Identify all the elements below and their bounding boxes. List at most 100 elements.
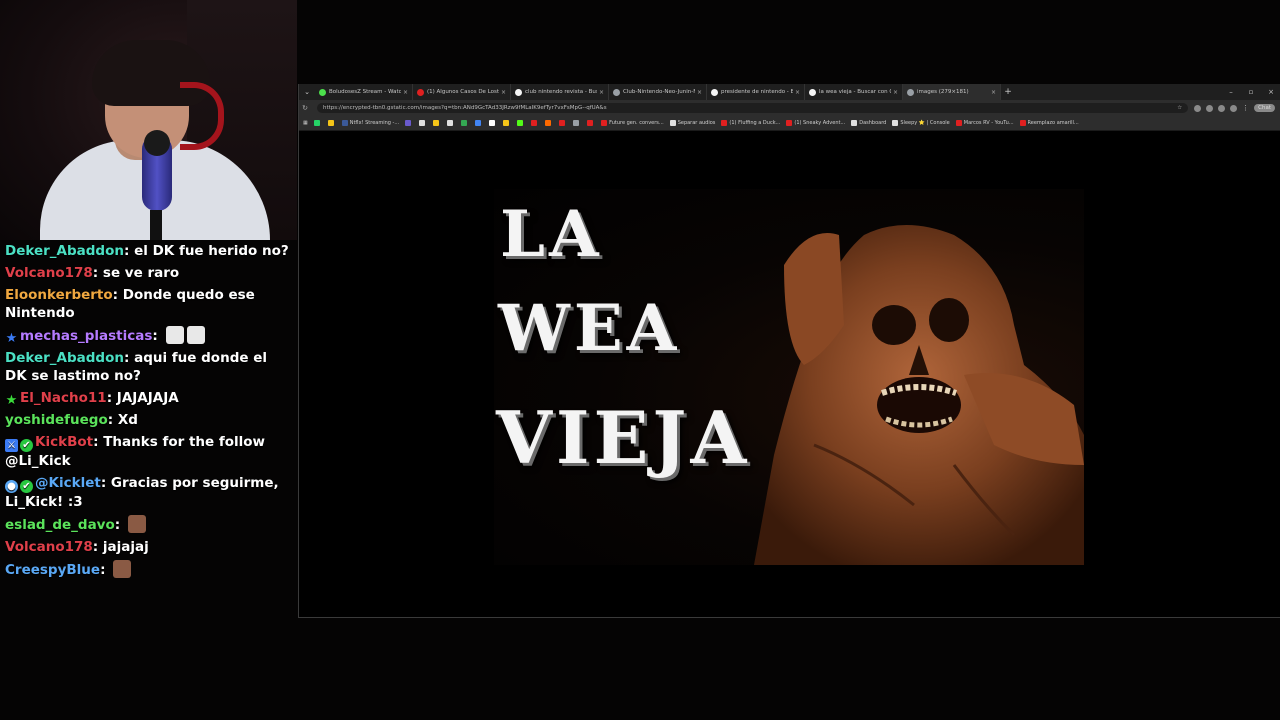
tab-close-icon[interactable]: × xyxy=(795,89,800,96)
address-toolbar: ↻ https://encrypted-tbn0.gstatic.com/ima… xyxy=(299,100,1280,116)
reload-icon[interactable]: ↻ xyxy=(299,104,311,112)
chat-button[interactable]: Chat xyxy=(1254,104,1275,112)
bookmark-item[interactable] xyxy=(461,120,469,126)
minimize-icon[interactable]: – xyxy=(1221,84,1241,100)
bookmark-favicon-icon xyxy=(531,120,538,126)
browser-tab[interactable]: la wea vieja - Buscar con Google× xyxy=(805,84,903,100)
bookmark-item[interactable] xyxy=(517,120,525,126)
bookmark-label: (1) Sneaky Advent... xyxy=(794,120,846,126)
chat-username[interactable]: @Kicklet xyxy=(35,475,101,491)
bookmark-item[interactable] xyxy=(573,120,581,126)
bookmark-favicon-icon xyxy=(721,120,728,126)
bookmark-item[interactable]: Ntflx! Streaming -... xyxy=(341,120,399,126)
chat-separator: : xyxy=(100,475,111,491)
tab-search-icon[interactable]: ⌄ xyxy=(299,84,315,100)
bookmark-item[interactable]: Future gen. convers... xyxy=(601,120,664,126)
tab-close-icon[interactable]: × xyxy=(599,89,604,96)
chat-username[interactable]: KickBot xyxy=(35,434,93,450)
maximize-icon[interactable]: ▫ xyxy=(1241,84,1261,100)
microphone-grille xyxy=(144,130,170,156)
bookmark-item[interactable]: Separar audios xyxy=(669,120,715,126)
chat-username[interactable]: Volcano178 xyxy=(5,539,93,555)
address-bar[interactable]: https://encrypted-tbn0.gstatic.com/image… xyxy=(317,103,1189,113)
tab-title: Club-Nintendo-Neo-Junin-Facebo xyxy=(623,89,695,95)
star-badge-icon: ★ xyxy=(5,393,18,408)
chat-username[interactable]: El_Nacho11 xyxy=(20,390,107,406)
tab-close-icon[interactable]: × xyxy=(991,89,996,96)
chat-username[interactable]: Deker_Abaddon xyxy=(5,350,124,366)
chat-separator: : xyxy=(92,265,103,281)
bookmark-favicon-icon xyxy=(517,120,524,126)
bookmark-favicon-icon xyxy=(786,120,793,126)
extension-icon[interactable] xyxy=(1206,104,1214,112)
chat-username[interactable]: Volcano178 xyxy=(5,265,93,281)
menu-icon[interactable]: ⋮ xyxy=(1242,104,1249,112)
browser-tab[interactable]: (1) Algunos Casos De Lost Media× xyxy=(413,84,511,100)
bookmark-label: Dashboard xyxy=(859,120,887,126)
extension-icon[interactable] xyxy=(1218,104,1226,112)
bookmark-item[interactable] xyxy=(531,120,539,126)
chat-message: Deker_Abaddon: aqui fue donde el DK se l… xyxy=(0,347,297,387)
bookmark-item[interactable] xyxy=(405,120,413,126)
chat-separator: : xyxy=(123,243,135,259)
chat-message: CreespyBlue: xyxy=(0,558,297,581)
bookmark-item[interactable]: Sleepy ⭐ | Console xyxy=(892,120,950,126)
tab-close-icon[interactable]: × xyxy=(403,89,408,96)
tab-close-icon[interactable]: × xyxy=(697,89,702,96)
extension-icon[interactable] xyxy=(1194,104,1202,112)
meme-image[interactable]: LA WEA VIEJA xyxy=(494,189,1084,565)
bookmark-item[interactable] xyxy=(475,120,483,126)
page-viewport: LA WEA VIEJA xyxy=(299,131,1280,617)
bookmark-favicon-icon xyxy=(545,120,552,126)
bookmark-favicon-icon xyxy=(503,120,510,126)
bookmark-label: (1) Fluffing a Duck... xyxy=(729,120,781,126)
tab-favicon-icon xyxy=(319,88,326,96)
bookmark-item[interactable]: (1) Sneaky Advent... xyxy=(786,120,845,126)
bookmark-item[interactable] xyxy=(489,120,497,126)
chat-overlay: Deker_Abaddon: el DK fue herido no? Volca… xyxy=(0,240,297,581)
bookmark-item[interactable]: (1) Fluffing a Duck... xyxy=(721,120,780,126)
bookmark-label: Future gen. convers... xyxy=(609,120,664,126)
meme-line-2: WEA xyxy=(498,291,681,366)
bookmark-item[interactable]: Marcos RV - YouTu... xyxy=(955,120,1014,126)
tab-favicon-icon xyxy=(515,88,522,96)
bookmark-item[interactable] xyxy=(327,120,336,126)
browser-tab[interactable]: BoludosesZ Stream - Watch Live o× xyxy=(315,84,413,100)
bookmark-favicon-icon xyxy=(851,120,858,126)
bookmark-star-icon[interactable]: ☆ xyxy=(1177,105,1182,111)
chat-username[interactable]: Deker_Abaddon xyxy=(5,243,124,259)
address-url[interactable]: https://encrypted-tbn0.gstatic.com/image… xyxy=(323,105,1177,111)
bookmark-item[interactable] xyxy=(559,120,567,126)
browser-tab[interactable]: presidente de nintendo - Buscar c× xyxy=(707,84,805,100)
chat-username[interactable]: CreespyBlue xyxy=(5,562,100,578)
browser-tab[interactable]: Club-Nintendo-Neo-Junin-Facebo× xyxy=(609,84,707,100)
chat-message: Deker_Abaddon: el DK fue herido no? xyxy=(0,240,297,262)
bookmark-item[interactable] xyxy=(447,120,455,126)
chat-emote-icon xyxy=(113,560,132,578)
tab-title: (1) Algunos Casos De Lost Media xyxy=(427,89,499,95)
chat-message: Volcano178: se ve raro xyxy=(0,262,297,284)
bookmark-item[interactable] xyxy=(545,120,553,126)
window-close-icon[interactable]: × xyxy=(1261,84,1280,100)
bookmark-item[interactable] xyxy=(587,120,595,126)
bookmark-item[interactable]: Reemplazo amarill... xyxy=(1019,120,1079,126)
browser-tab[interactable]: club nintendo revista - Buscar con× xyxy=(511,84,609,100)
browser-tab[interactable]: images (279×181) × xyxy=(903,84,1001,100)
new-tab-button[interactable]: + xyxy=(1001,84,1015,100)
tab-title: presidente de nintendo - Buscar c xyxy=(721,89,793,95)
bookmark-item[interactable] xyxy=(503,120,511,126)
tab-close-icon[interactable]: × xyxy=(501,89,506,96)
bookmark-item[interactable]: Dashboard xyxy=(851,120,886,126)
mummy-illustration xyxy=(754,225,1084,565)
bookmark-item[interactable] xyxy=(433,120,441,126)
chat-username[interactable]: mechas_plasticas xyxy=(20,328,152,344)
chat-username[interactable]: Eloonkerberto xyxy=(5,287,113,303)
bookmark-item[interactable] xyxy=(313,120,322,126)
apps-icon[interactable]: ▦ xyxy=(303,120,308,126)
bookmark-item[interactable] xyxy=(419,120,427,126)
profile-avatar-icon[interactable] xyxy=(1230,104,1238,112)
chat-username[interactable]: eslad_de_davo xyxy=(5,517,115,533)
chat-username[interactable]: yoshidefuego xyxy=(5,412,108,428)
tab-close-icon[interactable]: × xyxy=(893,89,898,96)
bookmark-favicon-icon xyxy=(669,120,676,126)
